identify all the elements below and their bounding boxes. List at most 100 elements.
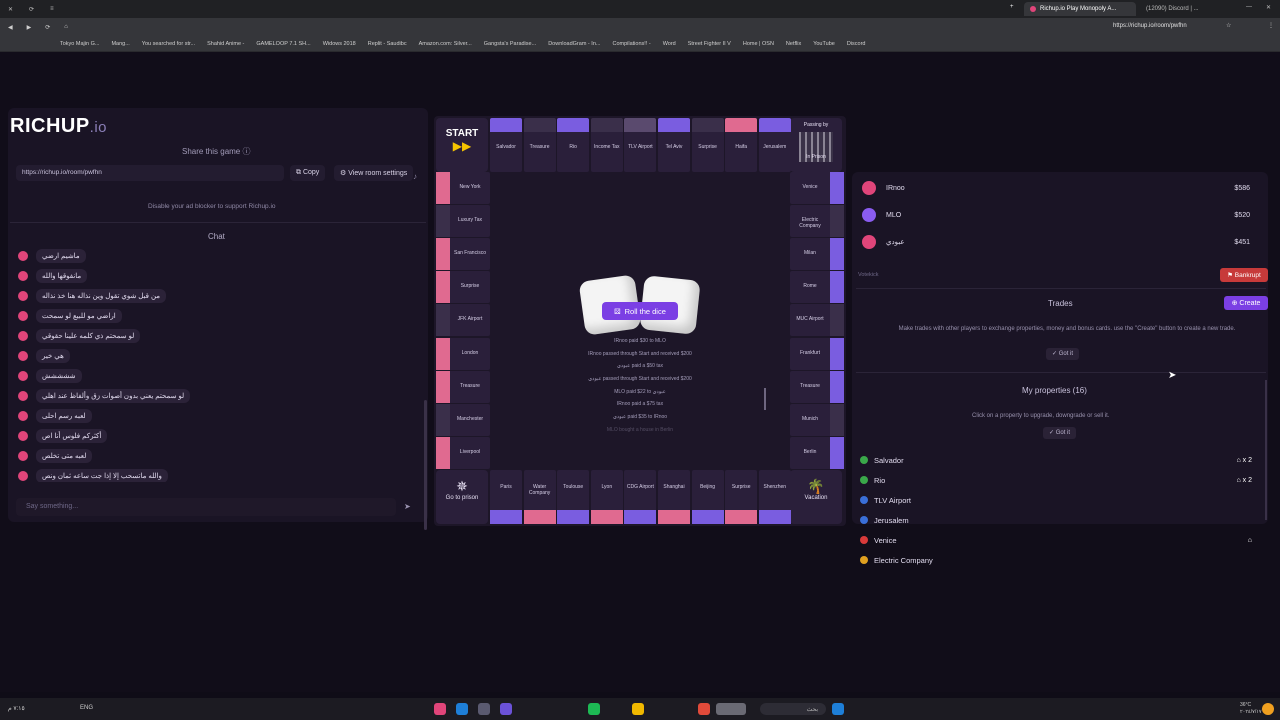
new-tab-icon[interactable]: +	[1010, 4, 1014, 10]
property-row[interactable]: Venice ⌂	[858, 530, 1262, 550]
send-icon[interactable]: ➤	[404, 502, 412, 511]
tile-london[interactable]: London	[436, 337, 490, 370]
bookmark-item[interactable]: Replit - Saudibc	[368, 41, 407, 47]
bookmark-item[interactable]: Shahid Anime -	[207, 41, 244, 47]
player-row[interactable]: IRnoo $586	[862, 178, 1262, 198]
bookmark-item[interactable]: DownloadGram - In...	[548, 41, 600, 47]
avatar[interactable]	[18, 471, 28, 481]
weather-text[interactable]: 36°C	[1240, 702, 1251, 708]
tile-income-tax[interactable]: Income Tax	[590, 118, 623, 172]
url-field[interactable]: https://richup.io/room/pwfhn	[1113, 23, 1187, 29]
tile-toulouse[interactable]: Toulouse	[557, 470, 590, 524]
bookmark-item[interactable]: Gangsta's Paradise...	[484, 41, 536, 47]
tile-paris[interactable]: Paris	[490, 470, 522, 524]
chat-list[interactable]: ماشيم ارضي مانفوقها والله من قبل شوي تقول …	[14, 246, 424, 482]
tile-surprise[interactable]: Surprise	[691, 118, 724, 172]
tab-richup[interactable]: Richup.io Play Monopoly A...	[1024, 2, 1136, 16]
vacation-corner[interactable]: 🌴 Vacation	[790, 470, 842, 524]
tab-discord[interactable]: (12090) Discord | ...	[1140, 2, 1240, 16]
bookmark-item[interactable]: You searched for str...	[142, 41, 195, 47]
copy-button[interactable]: ⧉ Copy	[290, 165, 326, 181]
tile-frankfurt[interactable]: Frankfurt	[790, 337, 844, 370]
tile-munich[interactable]: Munich	[790, 403, 844, 436]
chrome-icon[interactable]	[698, 703, 710, 715]
property-row[interactable]: TLV Airport	[858, 490, 1262, 510]
property-row[interactable]: Rio ⌂ x 2	[858, 470, 1262, 490]
taskbar-lang[interactable]: ENG	[80, 705, 93, 711]
property-row[interactable]: Jerusalem	[858, 510, 1262, 530]
votekick-label[interactable]: Votekick	[858, 272, 878, 278]
tile-shanghai[interactable]: Shanghai	[658, 470, 690, 524]
spotify-icon[interactable]	[588, 703, 600, 715]
tile-liverpool[interactable]: Liverpool	[436, 436, 490, 469]
tile-venice[interactable]: Venice	[790, 172, 844, 204]
tile-treasure[interactable]: Treasure	[523, 118, 556, 172]
avatar[interactable]	[18, 291, 28, 301]
roll-dice-button[interactable]: ⚄ Roll the dice	[602, 302, 678, 320]
tile-shenzhen[interactable]: Shenzhen	[758, 470, 791, 524]
property-row[interactable]: Electric Company	[858, 550, 1262, 570]
tile-san-francisco[interactable]: San Francisco	[436, 238, 490, 271]
sound-icon[interactable]: ♪	[413, 172, 417, 181]
bookmark-item[interactable]: Tokyo Majin G...	[60, 41, 99, 47]
reload-icon[interactable]: ⟳	[29, 6, 34, 13]
bookmark-item[interactable]: Word	[663, 41, 676, 47]
go-to-prison-corner[interactable]: ✵ Go to prison	[436, 470, 488, 524]
tile-berlin[interactable]: Berlin	[790, 436, 844, 469]
got-it-properties-button[interactable]: ✓ Got it	[1043, 427, 1077, 439]
app-icon[interactable]	[478, 703, 490, 715]
avatar[interactable]	[18, 311, 28, 321]
tile-tlv-airport[interactable]: TLV Airport	[624, 118, 657, 172]
bookmark-item[interactable]: GAMELOOP 7.1 SH...	[256, 41, 310, 47]
avatar[interactable]	[18, 451, 28, 461]
blurred-app-icon[interactable]	[716, 703, 746, 715]
minimize-icon[interactable]: —	[1246, 4, 1252, 10]
folder-icon[interactable]	[632, 703, 644, 715]
avatar[interactable]	[18, 271, 28, 281]
tile-jfk-airport[interactable]: JFK Airport	[436, 304, 490, 337]
tile-rio[interactable]: Rio	[557, 118, 590, 172]
tile-treasure[interactable]: Treasure	[436, 370, 490, 403]
tile-muc-airport[interactable]: MUC Airport	[790, 304, 844, 337]
avatar[interactable]	[18, 251, 28, 261]
browser-menu-icon[interactable]: ⋮	[1268, 22, 1274, 29]
tile-haifa[interactable]: Haifa	[725, 118, 758, 172]
bankrupt-button[interactable]: ⚑ Bankrupt	[1220, 268, 1268, 282]
close-icon[interactable]: ✕	[8, 6, 13, 13]
avatar[interactable]	[18, 331, 28, 341]
avatar[interactable]	[18, 351, 28, 361]
window-close-icon[interactable]: ✕	[1266, 4, 1271, 11]
refresh-icon[interactable]: ⟳	[45, 24, 50, 31]
tile-manchester[interactable]: Manchester	[436, 403, 490, 436]
view-room-settings-button[interactable]: ⚙ View room settings	[334, 165, 414, 181]
taskbar-search[interactable]: بحث	[760, 703, 826, 715]
bookmark-item[interactable]: Amazon.com: Silver...	[419, 41, 472, 47]
prison-corner[interactable]: Passing by In Prison	[790, 118, 842, 172]
forward-icon[interactable]: ▶	[27, 24, 32, 31]
chat-scrollbar[interactable]	[424, 400, 427, 530]
tile-beijing[interactable]: Beijing	[691, 470, 724, 524]
bookmark-item[interactable]: Netflix	[786, 41, 801, 47]
bookmark-item[interactable]: Widows 2018	[323, 41, 356, 47]
menu-icon[interactable]: ≡	[50, 6, 54, 13]
tile-new-york[interactable]: New York	[436, 172, 490, 204]
tile-salvador[interactable]: Salvador	[490, 118, 522, 172]
tile-milan[interactable]: Milan	[790, 238, 844, 271]
tile-treasure[interactable]: Treasure	[790, 370, 844, 403]
create-trade-button[interactable]: ⊕ Create	[1224, 296, 1268, 310]
home-icon[interactable]: ⌂	[64, 24, 68, 31]
bookmark-item[interactable]: Compilations!! -	[612, 41, 650, 47]
share-url-field[interactable]: https://richup.io/room/pwfhn	[16, 165, 284, 181]
tile-cdg-airport[interactable]: CDG Airport	[624, 470, 657, 524]
tile-surprise[interactable]: Surprise	[436, 271, 490, 304]
windows-start-icon[interactable]	[832, 703, 844, 715]
tile-surprise[interactable]: Surprise	[725, 470, 758, 524]
player-row[interactable]: MLO $520	[862, 205, 1262, 225]
avatar[interactable]	[18, 391, 28, 401]
app-icon[interactable]	[434, 703, 446, 715]
player-row[interactable]: عبودي $451	[862, 232, 1262, 252]
avatar[interactable]	[18, 371, 28, 381]
bookmark-item[interactable]: Discord	[847, 41, 866, 47]
chat-input[interactable]: Say something...	[16, 498, 396, 516]
start-corner[interactable]: START ▶▶	[436, 118, 488, 172]
